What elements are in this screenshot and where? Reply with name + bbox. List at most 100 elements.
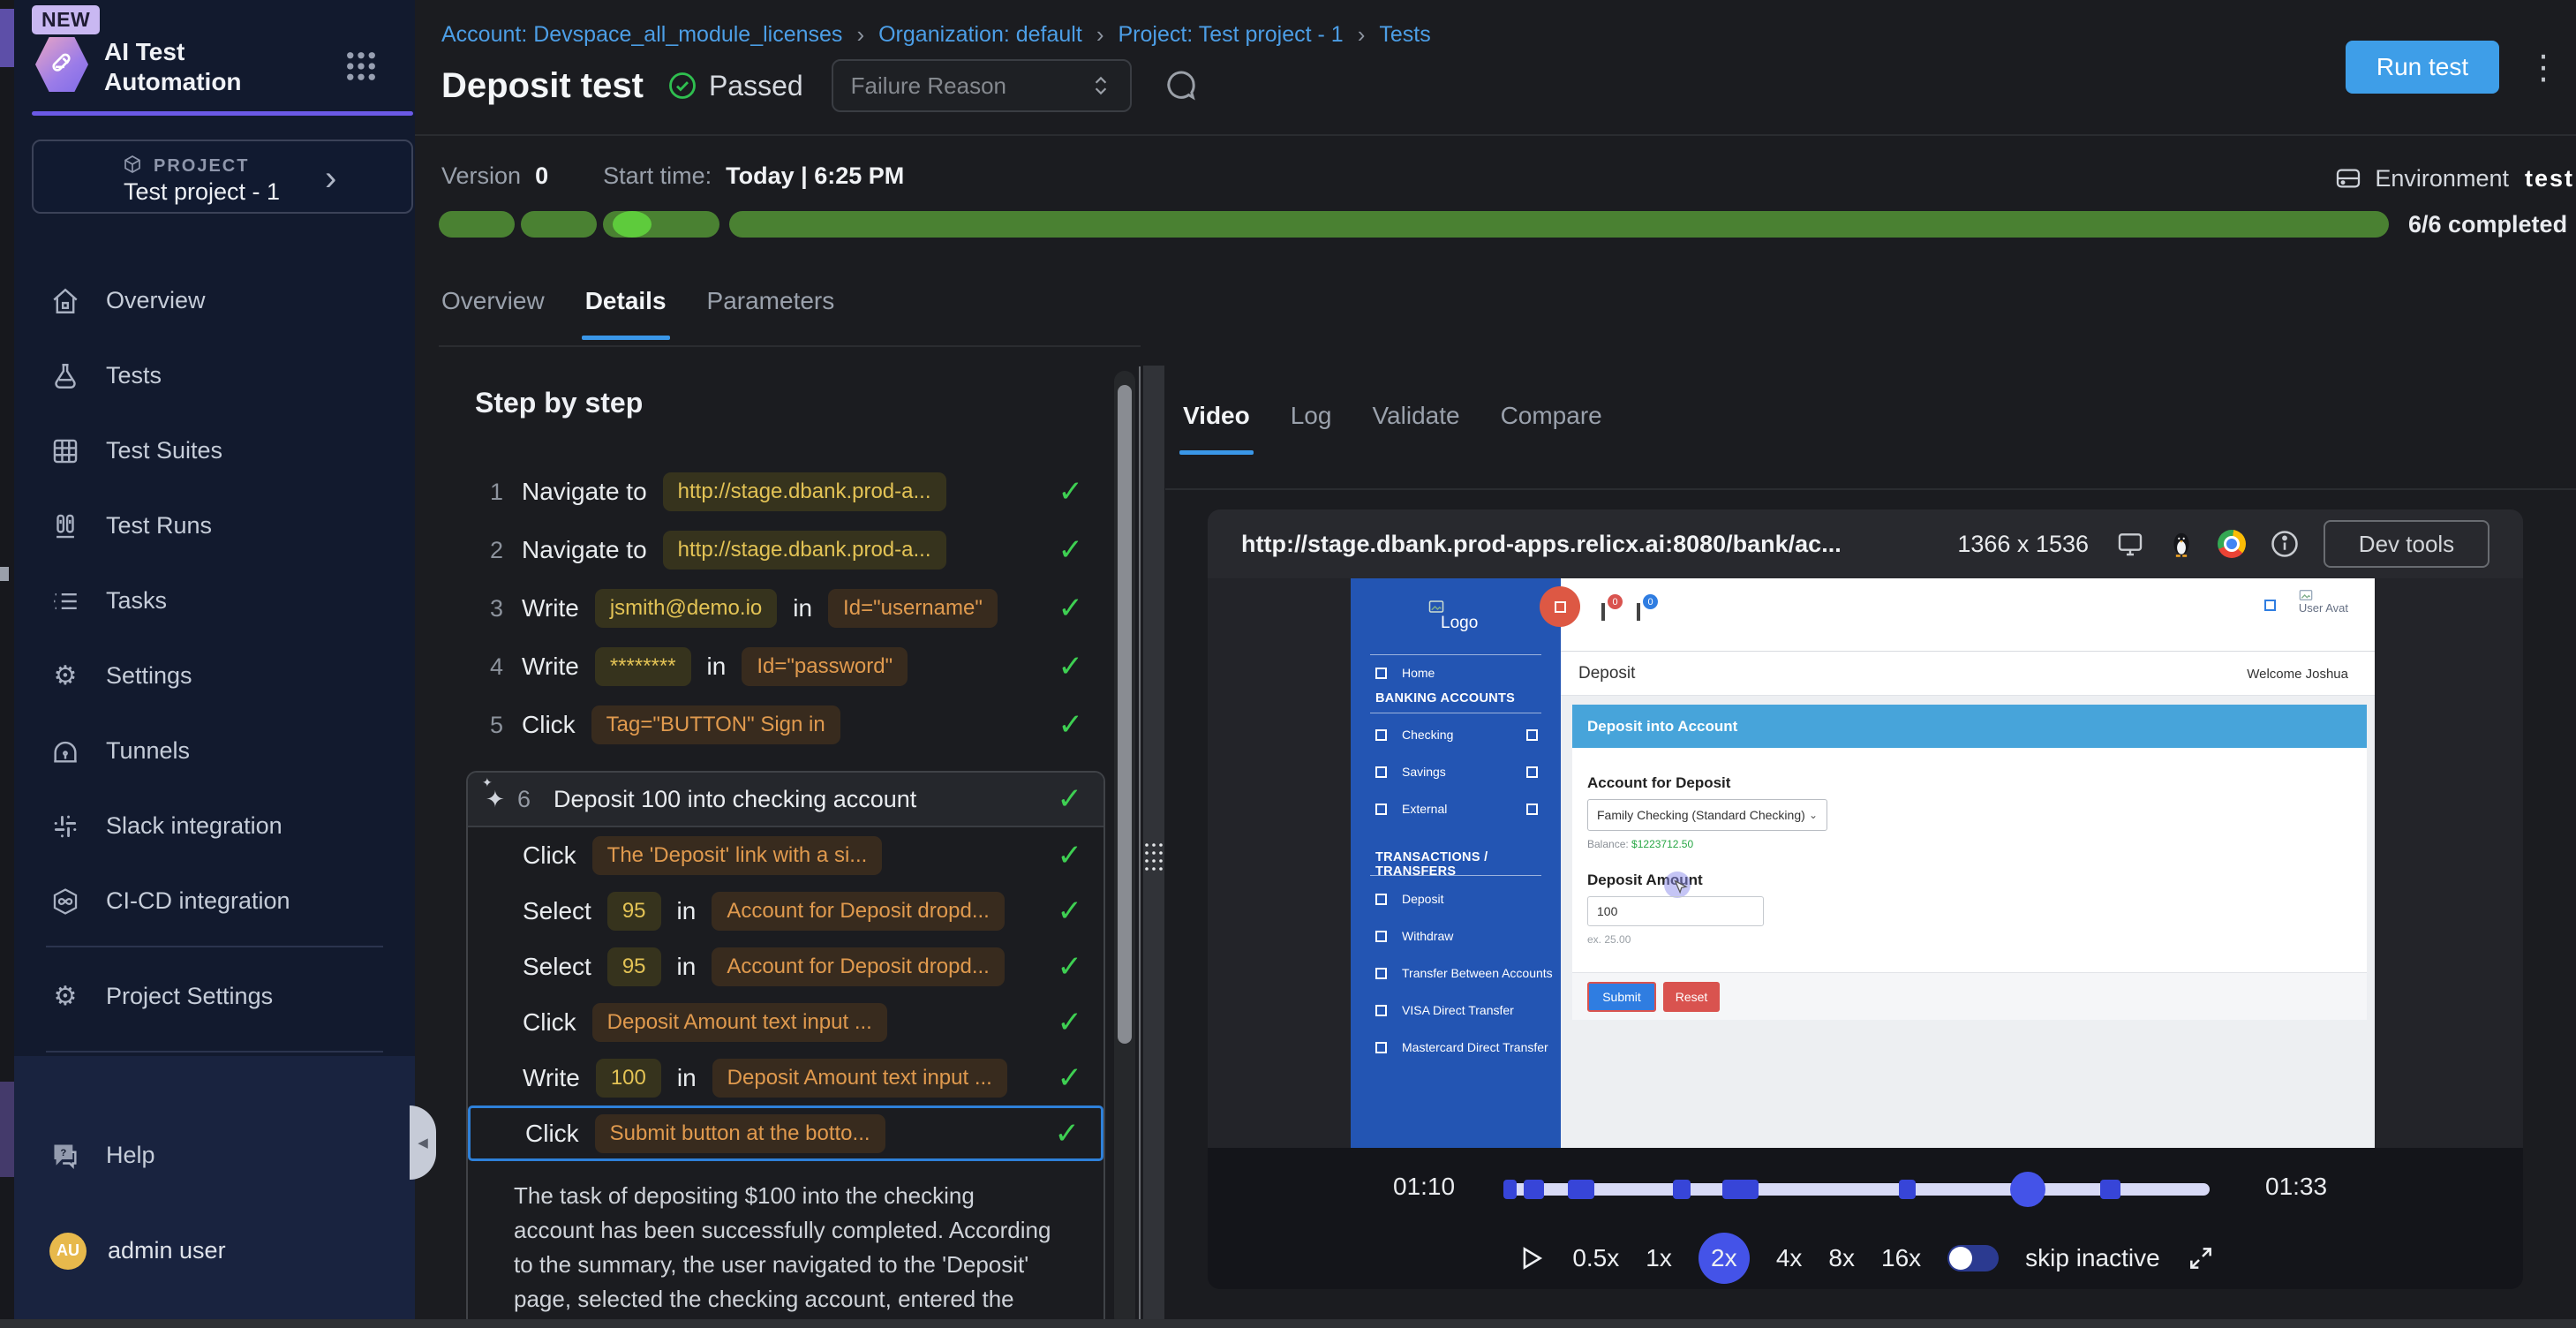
speed-8x[interactable]: 8x <box>1828 1244 1855 1272</box>
bank-transaction-item[interactable]: VISA Direct Transfer <box>1351 992 1561 1029</box>
kebab-menu-icon[interactable]: ⋮ <box>2527 42 2560 94</box>
checkbox-icon[interactable] <box>1526 804 1538 815</box>
substep-row[interactable]: Click The 'Deposit' link with a si... ✓ <box>468 827 1103 883</box>
step-row[interactable]: 4 Write ******** in Id="password" ✓ <box>439 638 1108 696</box>
speed-4x[interactable]: 4x <box>1776 1244 1803 1272</box>
bank-account-item[interactable]: Savings <box>1351 753 1561 790</box>
sidebar-item-cicd-integration[interactable]: CI-CD integration <box>14 864 415 939</box>
bank-nav-home[interactable]: Home <box>1351 654 1561 691</box>
bank-submit-button[interactable]: Submit <box>1587 982 1656 1012</box>
step-selector-pill: Account for Deposit dropd... <box>712 947 1005 986</box>
sidebar-divider <box>46 1051 383 1053</box>
app-logo-icon[interactable] <box>35 35 88 94</box>
step-row[interactable]: 1 Navigate to http://stage.dbank.prod-a.… <box>439 463 1108 521</box>
breadcrumb-link[interactable]: Project: Test project - 1 <box>1118 22 1343 48</box>
media-tabs: Video Log Validate Compare <box>1183 402 1602 455</box>
bank-account-item[interactable]: External <box>1351 790 1561 827</box>
bank-notification-icon[interactable]: 0 <box>1601 605 1605 619</box>
tunnel-icon <box>49 736 81 767</box>
bank-transaction-item[interactable]: Deposit <box>1351 880 1561 917</box>
fullscreen-icon[interactable] <box>2187 1244 2215 1272</box>
step-panel-scrollbar-thumb[interactable] <box>1118 385 1132 1044</box>
environment-drive-icon <box>2334 164 2362 192</box>
account-select-value: Family Checking (Standard Checking) <box>1597 808 1805 822</box>
timeline-track[interactable] <box>1503 1183 2210 1196</box>
timeline-thumb[interactable] <box>2010 1172 2045 1207</box>
tab-parameters[interactable]: Parameters <box>707 287 835 340</box>
sidebar-item-tunnels[interactable]: Tunnels <box>14 713 415 788</box>
step-row[interactable]: 3 Write jsmith@demo.io in Id="username" … <box>439 579 1108 638</box>
speed-16x[interactable]: 16x <box>1881 1244 1921 1272</box>
bank-nav-label: Savings <box>1402 765 1446 779</box>
sidebar-item-tasks[interactable]: Tasks <box>14 563 415 638</box>
substep-row[interactable]: Select 95 in Account for Deposit dropd..… <box>468 939 1103 994</box>
sidebar-item-slack-integration[interactable]: Slack integration <box>14 788 415 864</box>
bank-menu-button[interactable] <box>1540 586 1580 627</box>
user-name: admin user <box>108 1237 226 1264</box>
info-icon[interactable] <box>2269 528 2301 560</box>
deposit-amount-value: 100 <box>1597 904 1617 918</box>
substep-row[interactable]: Select 95 in Account for Deposit dropd..… <box>468 883 1103 939</box>
speed-2x-active[interactable]: 2x <box>1699 1233 1750 1284</box>
bank-account-item[interactable]: Checking <box>1351 716 1561 753</box>
sidebar-user[interactable]: AU admin user <box>14 1213 415 1288</box>
skip-inactive-toggle[interactable] <box>1947 1245 1999 1271</box>
broken-icon <box>1375 766 1387 778</box>
tab-video[interactable]: Video <box>1183 402 1250 455</box>
infinity-icon <box>49 886 81 917</box>
sidebar-item-test-suites[interactable]: Test Suites <box>14 413 415 488</box>
sidebar-item-label: Slack integration <box>106 812 282 840</box>
checkbox-icon[interactable] <box>1526 729 1538 741</box>
app-switcher-icon[interactable] <box>343 48 380 85</box>
bank-reset-button[interactable]: Reset <box>1663 982 1720 1012</box>
sidebar-item-tests[interactable]: Tests <box>14 338 415 413</box>
bank-transaction-item[interactable]: Transfer Between Accounts <box>1351 954 1561 992</box>
bank-transaction-item[interactable]: Mastercard Direct Transfer <box>1351 1029 1561 1066</box>
timeline-marker <box>1568 1180 1594 1199</box>
substep-row[interactable]: Click Deposit Amount text input ... ✓ <box>468 994 1103 1050</box>
step-row[interactable]: 5 Click Tag="BUTTON" Sign in ✓ <box>439 696 1108 754</box>
bank-message-icon[interactable]: 0 <box>1637 605 1640 619</box>
speed-1x[interactable]: 1x <box>1646 1244 1672 1272</box>
step-check-icon: ✓ <box>1058 781 1083 817</box>
breadcrumb-link[interactable]: Account: Devspace_all_module_licenses <box>441 22 842 48</box>
sidebar-item-overview[interactable]: Overview <box>14 263 415 338</box>
sidebar-item-help[interactable]: ? Help <box>14 1118 415 1193</box>
bank-transaction-item[interactable]: Withdraw <box>1351 917 1561 954</box>
step-check-icon: ✓ <box>1058 591 1084 626</box>
step-row[interactable]: 2 Navigate to http://stage.dbank.prod-a.… <box>439 521 1108 579</box>
breadcrumb-link[interactable]: Organization: default <box>878 22 1082 48</box>
substep-row-selected[interactable]: Click Submit button at the botto... ✓ <box>468 1105 1103 1161</box>
devtools-button[interactable]: Dev tools <box>2324 520 2489 568</box>
substep-row[interactable]: Write 100 in Deposit Amount text input .… <box>468 1050 1103 1105</box>
step-check-icon: ✓ <box>1058 838 1083 873</box>
deposit-amount-input[interactable]: 100 <box>1587 896 1764 926</box>
tab-overview[interactable]: Overview <box>441 287 545 340</box>
bank-user-avatar-broken[interactable]: User Avat <box>2299 589 2348 615</box>
tab-compare[interactable]: Compare <box>1501 402 1602 455</box>
progress-segment <box>729 211 2389 238</box>
tab-details[interactable]: Details <box>585 287 667 340</box>
play-icon[interactable] <box>1516 1243 1546 1273</box>
video-stage[interactable]: Logo Home BANKING ACCOUNTS Checking <box>1208 578 2523 1148</box>
tab-log[interactable]: Log <box>1291 402 1332 455</box>
step-selector-pill: Deposit Amount text input ... <box>712 1059 1007 1098</box>
broken-icon <box>1375 668 1387 679</box>
sidebar-item-test-runs[interactable]: Test Runs <box>14 488 415 563</box>
sidebar-item-project-settings[interactable]: ⚙ Project Settings <box>14 959 415 1034</box>
horizontal-scrollbar[interactable] <box>0 1319 2576 1328</box>
run-test-button[interactable]: Run test <box>2346 41 2499 94</box>
breadcrumb-link[interactable]: Tests <box>1379 22 1430 48</box>
project-selector[interactable]: PROJECT Test project - 1 › <box>32 140 413 214</box>
speed-0.5x[interactable]: 0.5x <box>1572 1244 1619 1272</box>
comment-icon[interactable] <box>1164 68 1199 103</box>
failure-reason-select[interactable]: Failure Reason <box>832 59 1132 112</box>
step-group-header[interactable]: ✦✦ 6 Deposit 100 into checking account ✓ <box>468 773 1103 827</box>
tab-validate[interactable]: Validate <box>1372 402 1459 455</box>
account-select[interactable]: Family Checking (Standard Checking) ⌄ <box>1587 799 1827 831</box>
bank-accounts-list: Checking Savings External <box>1351 716 1561 827</box>
step-action: Click <box>522 711 576 739</box>
panel-splitter[interactable] <box>1143 366 1164 1328</box>
checkbox-icon[interactable] <box>1526 766 1538 778</box>
sidebar-item-settings[interactable]: ⚙ Settings <box>14 638 415 713</box>
